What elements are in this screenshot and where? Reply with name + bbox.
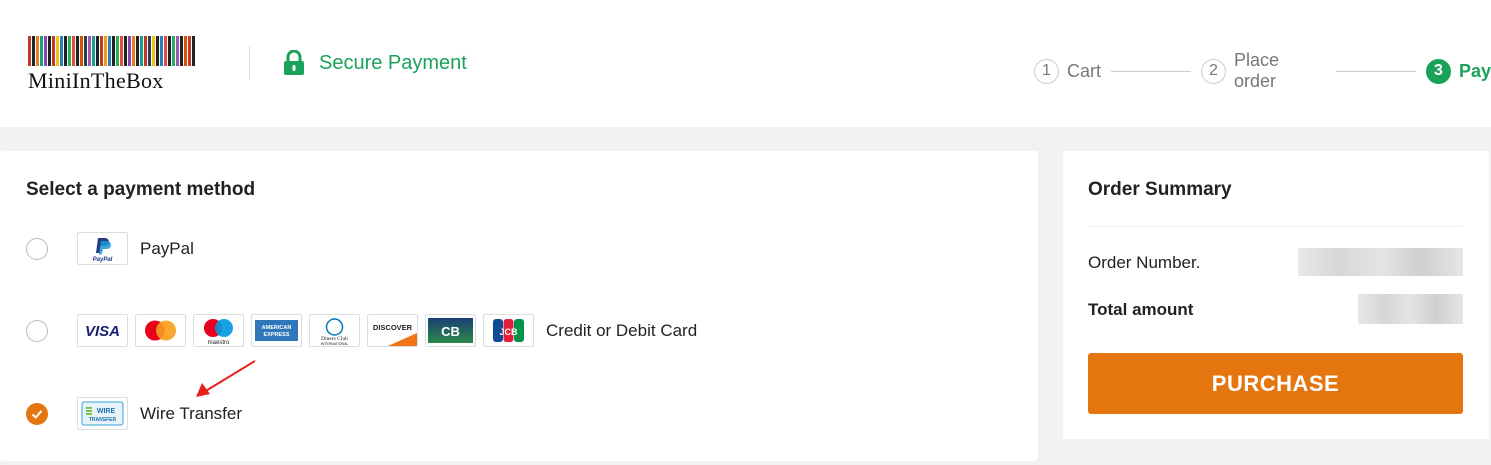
step-label: Place order xyxy=(1233,50,1279,91)
step-number: 1 xyxy=(1034,58,1059,84)
step-pay: 3 Pay xyxy=(1425,58,1491,84)
payment-option-wire-transfer[interactable]: WIRE TRANSFER Wire Transfer xyxy=(26,397,242,430)
secure-payment-label: Secure Payment xyxy=(319,51,467,74)
radio-wire-transfer[interactable] xyxy=(26,402,48,425)
page-header: MiniInTheBox Secure Payment 1 Cart 2 Pla… xyxy=(0,0,1491,127)
svg-text:maestro: maestro xyxy=(208,340,230,346)
paypal-logo-text: PayPal xyxy=(93,257,113,263)
purchase-button[interactable]: PURCHASE xyxy=(1088,353,1463,414)
discover-logo: DISCOVER xyxy=(367,314,418,347)
logo-text: MiniInTheBox xyxy=(28,68,164,93)
summary-divider xyxy=(1088,226,1463,227)
mastercard-logo xyxy=(135,314,186,347)
order-summary-panel: Order Summary Order Number. Total amount… xyxy=(1063,151,1489,439)
svg-text:JCB: JCB xyxy=(499,327,518,337)
step-connector xyxy=(1336,70,1416,72)
radio-card[interactable] xyxy=(26,319,48,342)
total-amount-label: Total amount xyxy=(1088,300,1194,319)
step-label: Cart xyxy=(1067,60,1102,81)
paypal-logo: PayPal xyxy=(77,232,128,265)
payment-method-title: Select a payment method xyxy=(26,179,256,200)
cb-logo: CB xyxy=(425,314,476,347)
secure-payment-badge: Secure Payment xyxy=(283,50,467,76)
svg-text:VISA: VISA xyxy=(85,323,120,340)
visa-logo: VISA xyxy=(77,314,128,347)
barcode-logo-graphic xyxy=(28,36,198,66)
total-amount-value-redacted xyxy=(1358,294,1463,324)
payment-option-label: PayPal xyxy=(140,238,194,258)
svg-text:WIRE: WIRE xyxy=(97,408,116,415)
step-label: Pay xyxy=(1458,60,1491,81)
step-place-order[interactable]: 2 Place order xyxy=(1200,50,1326,92)
header-divider xyxy=(249,46,250,80)
payment-option-card[interactable]: VISA maestro AMERICAN EXPRESS Diners Clu… xyxy=(26,314,697,347)
svg-text:EXPRESS: EXPRESS xyxy=(264,332,290,338)
payment-method-panel: Select a payment method PayPal PayPal VI… xyxy=(0,151,1038,461)
checkout-steps: 1 Cart 2 Place order 3 Pay xyxy=(1034,50,1491,92)
step-number: 2 xyxy=(1200,58,1226,84)
jcb-logo: JCB xyxy=(483,314,534,347)
svg-text:CB: CB xyxy=(441,324,460,339)
svg-text:AMERICAN: AMERICAN xyxy=(262,325,292,331)
svg-text:INTERNATIONAL: INTERNATIONAL xyxy=(321,342,349,346)
step-connector xyxy=(1111,70,1191,72)
order-number-label: Order Number. xyxy=(1088,253,1201,272)
payment-option-paypal[interactable]: PayPal PayPal xyxy=(26,232,194,265)
svg-text:TRANSFER: TRANSFER xyxy=(89,417,117,423)
radio-paypal[interactable] xyxy=(26,237,48,260)
checkmark-icon xyxy=(31,409,43,419)
payment-option-label: Credit or Debit Card xyxy=(546,320,698,340)
payment-option-label: Wire Transfer xyxy=(140,403,243,423)
step-cart[interactable]: 1 Cart xyxy=(1034,58,1102,84)
diners-club-logo: Diners Club INTERNATIONAL xyxy=(309,314,360,347)
amex-logo: AMERICAN EXPRESS xyxy=(251,314,302,347)
order-summary-title: Order Summary xyxy=(1088,179,1232,200)
site-logo[interactable]: MiniInTheBox xyxy=(28,36,198,94)
step-number: 3 xyxy=(1425,58,1451,84)
annotation-arrow-icon xyxy=(196,360,256,397)
wire-transfer-logo: WIRE TRANSFER xyxy=(77,397,128,430)
svg-text:DISCOVER: DISCOVER xyxy=(373,323,413,332)
lock-icon xyxy=(284,50,304,75)
order-number-value-redacted xyxy=(1298,248,1463,276)
maestro-logo: maestro xyxy=(193,314,244,347)
